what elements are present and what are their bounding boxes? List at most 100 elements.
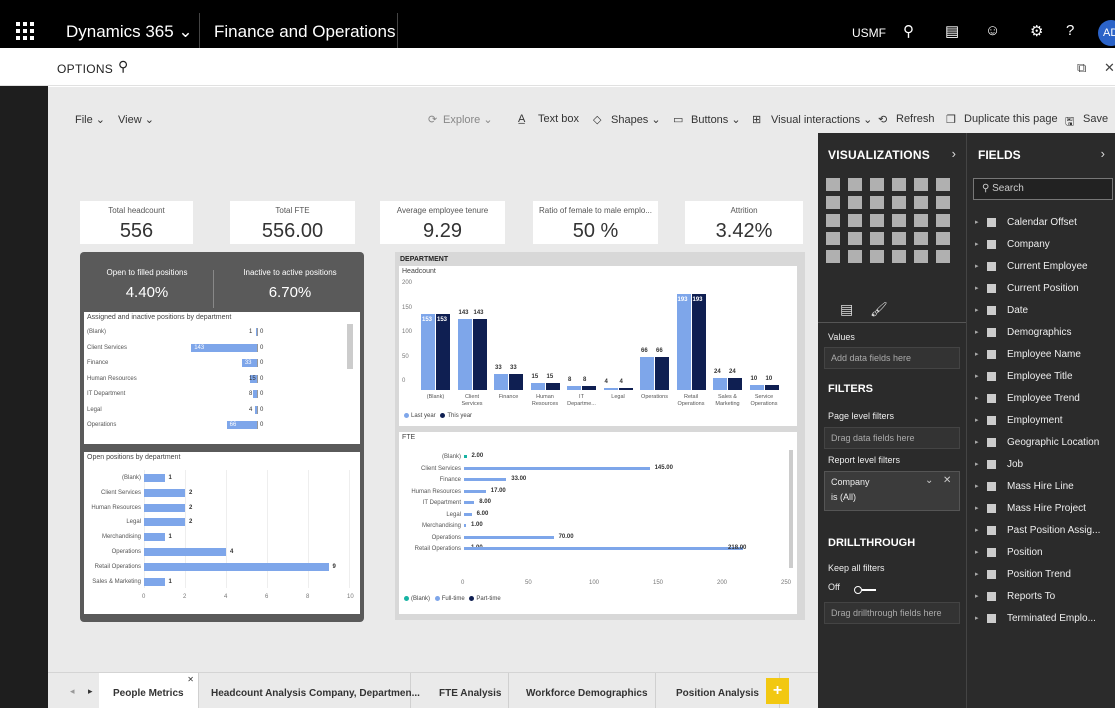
expand-arrow-icon[interactable]: ▸ <box>975 504 979 512</box>
field-table-item[interactable]: ▸ Position <box>967 543 1115 563</box>
expand-arrow-icon[interactable]: ▸ <box>975 372 979 380</box>
explore-icon[interactable]: ⟳ <box>428 113 437 126</box>
collapse-chevron-icon[interactable]: › <box>952 146 956 161</box>
headcount-chart[interactable]: Headcount 200 150 100 50 0 153 153 (Blank) 143 14… <box>399 266 797 426</box>
field-table-item[interactable]: ▸ Employee Title <box>967 367 1115 387</box>
gauge-icon[interactable] <box>870 232 884 245</box>
area-chart-icon[interactable] <box>848 196 862 209</box>
field-table-item[interactable]: ▸ Job <box>967 455 1115 475</box>
fte-chart[interactable]: FTE 0 50 100 150 200 250 (Blank) 2.00 Client Ser… <box>399 432 797 614</box>
kpi-icon[interactable] <box>936 232 950 245</box>
treemap-icon[interactable] <box>914 214 928 227</box>
expand-arrow-icon[interactable]: ▸ <box>975 350 979 358</box>
donut-icon[interactable] <box>892 214 906 227</box>
card-icon[interactable] <box>892 232 906 245</box>
page-filters-drop-well[interactable]: Drag data fields here <box>824 427 960 449</box>
options-tab[interactable]: OPTIONS <box>57 62 113 76</box>
expand-arrow-icon[interactable]: ▸ <box>975 482 979 490</box>
clustered-bar-icon[interactable] <box>870 178 884 191</box>
refresh-button[interactable]: Refresh <box>896 113 935 125</box>
expand-arrow-icon[interactable]: ▸ <box>975 306 979 314</box>
expand-arrow-icon[interactable]: ▸ <box>975 240 979 248</box>
expand-arrow-icon[interactable]: ▸ <box>975 394 979 402</box>
duplicate-page-button[interactable]: Duplicate this page <box>964 113 1058 125</box>
kpi-card[interactable]: Total headcount 556 <box>80 201 193 244</box>
expand-arrow-icon[interactable]: ▸ <box>975 284 979 292</box>
search-icon[interactable]: ⚲ <box>903 22 914 40</box>
expand-arrow-icon[interactable]: ▸ <box>975 460 979 468</box>
field-table-item[interactable]: ▸ Date <box>967 301 1115 321</box>
settings-gear-icon[interactable]: ⚙ <box>1030 22 1043 40</box>
more-visuals-icon[interactable] <box>936 250 950 263</box>
page-tab-headcount-analysis[interactable]: Headcount Analysis Company, Departmen... <box>199 673 420 708</box>
prev-page-arrow-icon[interactable]: ◂ <box>70 686 75 697</box>
company-picker[interactable]: USMF <box>852 26 886 40</box>
buttons-menu[interactable]: Buttons ⌄ <box>691 113 741 126</box>
close-tab-icon[interactable]: ✕ <box>187 675 194 684</box>
kpi-inactive-to-active[interactable]: Inactive to active positions 6.70% <box>220 268 360 301</box>
save-icon[interactable]: 🖫 <box>1065 113 1074 132</box>
field-table-item[interactable]: ▸ Past Position Assig... <box>967 521 1115 541</box>
visual-interactions-icon[interactable]: ⊞ <box>752 113 761 126</box>
view-menu[interactable]: View ⌄ <box>118 113 154 126</box>
popout-icon[interactable]: ⧉ <box>1077 60 1086 76</box>
expand-arrow-icon[interactable]: ▸ <box>975 570 979 578</box>
multi-row-card-icon[interactable] <box>914 232 928 245</box>
field-table-item[interactable]: ▸ Reports To <box>967 587 1115 607</box>
product-switcher[interactable]: Dynamics 365 ⌄ <box>66 22 193 42</box>
visual-interactions-menu[interactable]: Visual interactions ⌄ <box>771 113 872 126</box>
shapes-menu[interactable]: Shapes ⌄ <box>611 113 661 126</box>
clustered-column-icon[interactable] <box>892 178 906 191</box>
map-icon[interactable] <box>936 214 950 227</box>
field-table-item[interactable]: ▸ Employment <box>967 411 1115 431</box>
expand-arrow-icon[interactable]: ▸ <box>975 592 979 600</box>
expand-arrow-icon[interactable]: ▸ <box>975 218 979 226</box>
expand-arrow-icon[interactable]: ▸ <box>975 614 979 622</box>
expand-arrow-icon[interactable]: ▸ <box>975 416 979 424</box>
funnel-icon[interactable] <box>848 232 862 245</box>
drillthrough-drop-well[interactable]: Drag drillthrough fields here <box>824 602 960 624</box>
field-table-item[interactable]: ▸ Calendar Offset <box>967 213 1115 233</box>
page-tab-fte-analysis[interactable]: FTE Analysis <box>411 673 509 708</box>
explore-menu[interactable]: Explore ⌄ <box>443 113 493 126</box>
filled-map-icon[interactable] <box>826 232 840 245</box>
fields-tab-icon[interactable]: ▤ <box>840 301 853 318</box>
scrollbar[interactable] <box>347 324 353 369</box>
field-table-item[interactable]: ▸ Employee Trend <box>967 389 1115 409</box>
buttons-icon[interactable]: ▭ <box>673 113 683 126</box>
100-column-icon[interactable] <box>936 178 950 191</box>
stacked-column-icon[interactable] <box>848 178 862 191</box>
fields-search-input[interactable]: ⚲ Search <box>973 178 1113 200</box>
help-icon[interactable]: ? <box>1066 22 1074 39</box>
close-icon[interactable]: ✕ <box>1104 60 1115 76</box>
kpi-card[interactable]: Attrition 3.42% <box>685 201 803 244</box>
app-launcher-icon[interactable] <box>16 22 34 40</box>
feedback-smiley-icon[interactable]: ☺ <box>985 22 1000 39</box>
line-column-icon[interactable] <box>892 196 906 209</box>
page-tab-workforce-demographics[interactable]: Workforce Demographics <box>509 673 656 708</box>
field-table-item[interactable]: ▸ Current Position <box>967 279 1115 299</box>
page-tab-people-metrics[interactable]: People Metrics ✕ <box>99 673 199 708</box>
messages-icon[interactable]: ▤ <box>945 22 959 40</box>
values-drop-well[interactable]: Add data fields here <box>824 347 960 369</box>
field-table-item[interactable]: ▸ Employee Name <box>967 345 1115 365</box>
field-table-item[interactable]: ▸ Terminated Emplo... <box>967 609 1115 629</box>
field-table-item[interactable]: ▸ Mass Hire Project <box>967 499 1115 519</box>
r-visual-icon[interactable] <box>914 250 928 263</box>
scrollbar[interactable] <box>789 450 793 568</box>
format-paint-roller-icon[interactable]: 🖌 <box>870 301 888 318</box>
kpi-card[interactable]: Ratio of female to male emplo... 50 % <box>533 201 658 244</box>
matrix-icon[interactable] <box>870 250 884 263</box>
expand-arrow-icon[interactable]: ▸ <box>975 548 979 556</box>
assigned-inactive-chart[interactable]: Assigned and inactive positions by depar… <box>84 312 360 444</box>
ribbon-chart-icon[interactable] <box>936 196 950 209</box>
pie-icon[interactable] <box>870 214 884 227</box>
field-table-item[interactable]: ▸ Current Employee <box>967 257 1115 277</box>
stacked-bar-icon[interactable] <box>826 178 840 191</box>
company-filter-card[interactable]: Company ⌄ ✕ is (All) <box>824 471 960 511</box>
expand-arrow-icon[interactable]: ▸ <box>975 328 979 336</box>
next-page-arrow-icon[interactable]: ▸ <box>88 686 93 697</box>
expand-chevron-icon[interactable]: ⌄ <box>925 475 933 486</box>
scatter-icon[interactable] <box>848 214 862 227</box>
keep-filters-toggle[interactable] <box>854 586 876 594</box>
